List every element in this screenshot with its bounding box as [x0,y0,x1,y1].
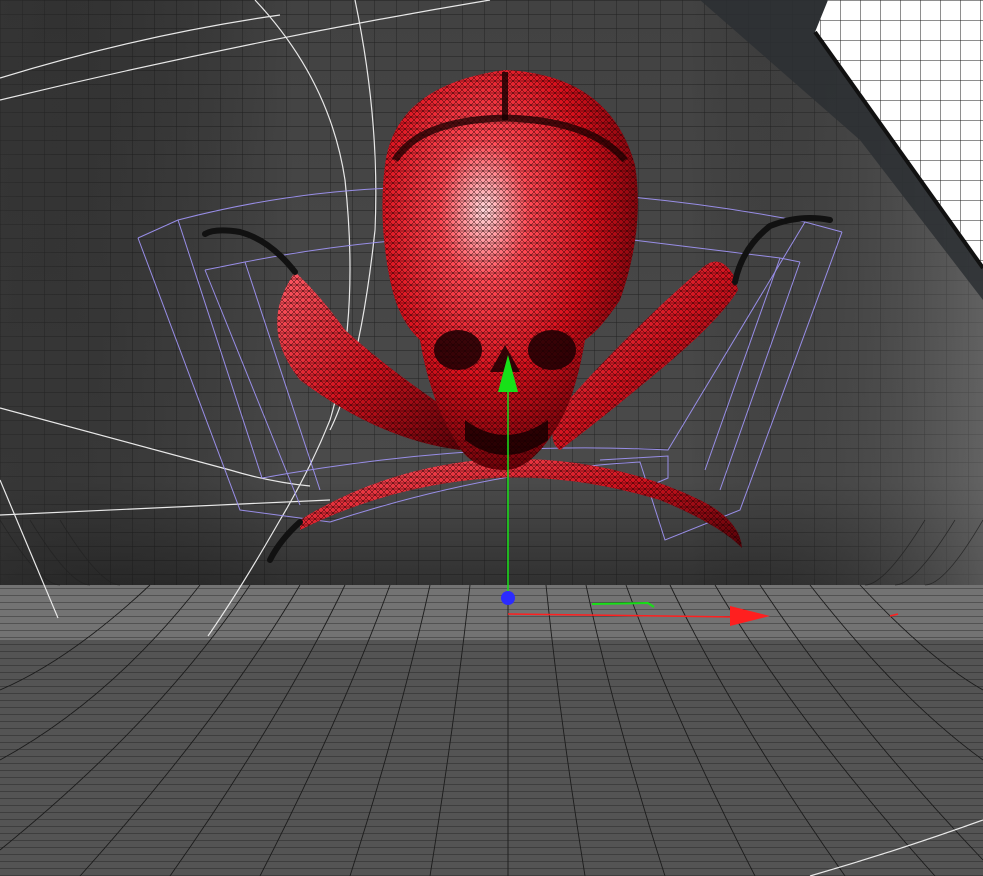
skull-eye-socket-right [528,330,576,370]
3d-viewport[interactable] [0,0,983,876]
skull-eye-socket-left [434,330,482,370]
gizmo-z-axis-handle[interactable] [501,591,515,605]
